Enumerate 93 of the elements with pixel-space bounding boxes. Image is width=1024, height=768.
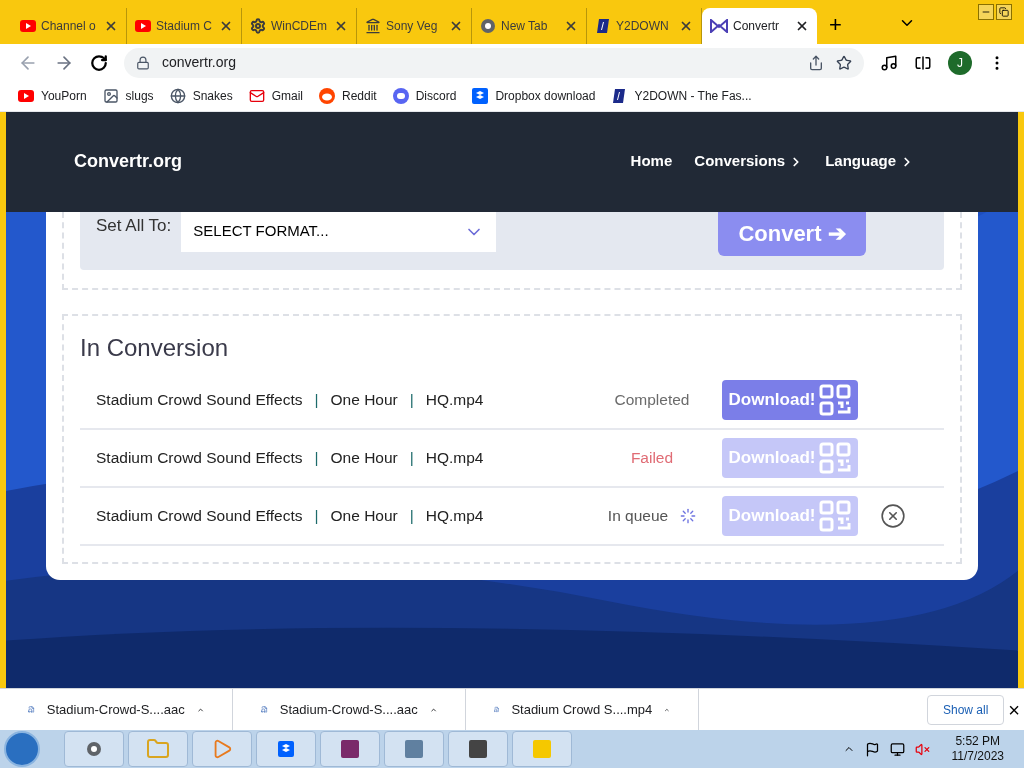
clock[interactable]: 5:52 PM 11/7/2023 [951, 734, 1004, 765]
tab-title: Channel o [41, 17, 97, 35]
side-panel-icon[interactable] [914, 53, 932, 72]
media-icon[interactable] [880, 53, 898, 72]
logo-icon [595, 17, 611, 34]
taskbar-app[interactable] [64, 731, 124, 768]
bookmark[interactable]: slugs [125, 87, 154, 106]
tab-title: Convertr [733, 17, 780, 35]
tab-title: WinCDEm [271, 17, 328, 35]
tab-title: Y2DOWN [616, 17, 670, 35]
download-name: Stadium-Crowd-S....aac [279, 700, 418, 719]
bookmark[interactable]: Snakes [192, 87, 233, 106]
download-button[interactable]: Download! [722, 379, 858, 420]
status-text: Failed [630, 448, 674, 469]
play-icon [20, 19, 36, 32]
mute-icon[interactable] [914, 741, 930, 757]
minimize-icon[interactable] [978, 4, 994, 20]
tab-title: Stadium C [156, 17, 214, 35]
separator: | [314, 448, 319, 469]
taskbar-app[interactable] [384, 731, 444, 768]
browser-tab[interactable]: Stadium C [127, 7, 242, 44]
close-shelf-button[interactable]: × [1008, 699, 1020, 720]
reload-icon[interactable] [90, 53, 108, 72]
taskbar-app[interactable] [448, 731, 508, 768]
qr-code-icon [819, 499, 852, 532]
gear-icon [250, 17, 266, 34]
nav-link[interactable]: Home [630, 150, 673, 173]
tab-title: New Tab [501, 17, 549, 35]
file-name-part: HQ.mp4 [425, 390, 484, 411]
address-bar[interactable]: convertr.org [124, 47, 864, 78]
browser-tab[interactable]: Channel o [12, 7, 127, 44]
chrome-icon [86, 741, 102, 758]
browser-tab[interactable]: Sony Veg [357, 7, 472, 44]
site-logo[interactable]: Convertr.org [74, 148, 183, 176]
play-icon [135, 19, 151, 32]
status-text: Completed [614, 390, 690, 411]
qr-code-icon [819, 441, 852, 474]
download-name: Stadium-Crowd-S....aac [46, 700, 185, 719]
play-icon [18, 90, 34, 103]
taskbar-app[interactable] [256, 731, 316, 768]
bookmark[interactable]: Discord [415, 87, 457, 106]
separator: | [409, 448, 414, 469]
start-button[interactable] [4, 731, 40, 768]
logo-icon [710, 18, 728, 33]
bookmark[interactable]: Y2DOWN - The Fas... [634, 87, 752, 106]
file-name-part: HQ.mp4 [425, 448, 484, 469]
show-all-button[interactable]: Show all [926, 694, 1005, 725]
network-icon[interactable] [889, 741, 905, 757]
file-name-part: One Hour [330, 448, 398, 469]
status-text: In queue [607, 506, 669, 527]
qr-code-icon [819, 383, 852, 416]
chrome-icon [480, 17, 496, 34]
bookmark[interactable]: Reddit [342, 87, 377, 106]
share-icon[interactable] [808, 54, 824, 71]
separator: | [409, 506, 414, 527]
bookmark[interactable]: Gmail [271, 87, 303, 106]
restore-icon[interactable] [996, 4, 1012, 20]
mail-icon [248, 88, 265, 105]
file-name-part: HQ.mp4 [425, 506, 484, 527]
box-icon [472, 88, 489, 105]
bookmark-star-icon[interactable] [836, 54, 852, 71]
profile-avatar[interactable]: J [948, 50, 972, 75]
nav-link[interactable]: Language [825, 150, 914, 173]
file-name-part: Stadium Crowd Sound Effects [96, 448, 303, 469]
box-icon [278, 741, 294, 758]
globe-icon [169, 88, 186, 105]
file-name-part: One Hour [330, 390, 398, 411]
bookmark[interactable]: Dropbox download [495, 87, 596, 106]
file-name-part: One Hour [330, 506, 398, 527]
new-tab-button[interactable]: + [829, 13, 842, 36]
url-text: convertr.org [162, 53, 237, 73]
set-all-label: Set All To: [96, 214, 172, 237]
building-icon [365, 17, 381, 34]
separator: | [314, 506, 319, 527]
separator: | [409, 390, 414, 411]
spinner-icon [680, 507, 697, 524]
file-name-part: Stadium Crowd Sound Effects [96, 390, 303, 411]
download-name: Stadium Crowd S....mp4 [511, 700, 653, 719]
flag-icon[interactable] [864, 741, 880, 757]
separator: | [314, 390, 319, 411]
nav-link[interactable]: Conversions [694, 150, 804, 173]
taskbar-app[interactable] [320, 731, 380, 768]
lock-icon [136, 55, 150, 70]
image-icon [102, 88, 119, 105]
browser-tab[interactable]: New Tab [472, 7, 587, 44]
format-select[interactable]: SELECT FORMAT... [181, 211, 497, 252]
browser-tab[interactable]: Convertr [702, 7, 817, 44]
bookmark[interactable]: YouPorn [41, 87, 87, 106]
section-title: In Conversion [80, 332, 230, 363]
browser-tab[interactable]: WinCDEm [242, 7, 357, 44]
logo-icon [611, 88, 628, 105]
tab-title: Sony Veg [386, 17, 439, 35]
file-name-part: Stadium Crowd Sound Effects [96, 506, 303, 527]
